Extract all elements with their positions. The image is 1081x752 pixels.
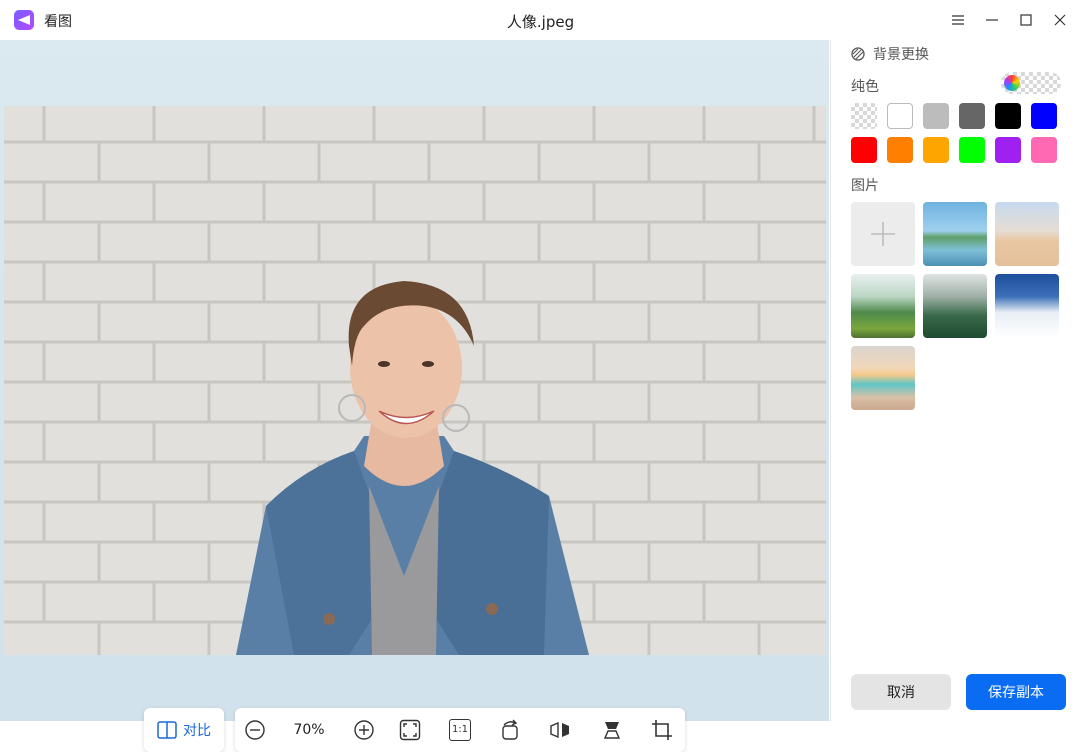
window-title: 人像.jpeg <box>506 13 575 31</box>
color-swatch[interactable] <box>851 137 877 163</box>
color-swatch[interactable] <box>851 103 877 129</box>
close-icon[interactable] <box>1050 10 1070 30</box>
cancel-button[interactable]: 取消 <box>851 674 951 710</box>
color-swatch[interactable] <box>1031 137 1057 163</box>
portrait-photo <box>4 106 826 655</box>
maximize-icon[interactable] <box>1016 10 1036 30</box>
menu-icon[interactable] <box>948 10 968 30</box>
color-swatch[interactable] <box>995 137 1021 163</box>
title-bar: 看图 人像.jpeg <box>0 0 1081 40</box>
zoom-out-icon[interactable] <box>244 719 266 741</box>
color-swatch[interactable] <box>887 103 913 129</box>
compare-label: 对比 <box>183 723 211 739</box>
custom-color-picker[interactable] <box>1001 72 1061 94</box>
image-canvas[interactable]: 对比 70% 1:1 <box>0 40 829 752</box>
app-name: 看图 <box>44 14 72 30</box>
compare-button[interactable]: 对比 <box>144 708 224 752</box>
image-toolbar: 70% 1:1 <box>235 708 685 752</box>
fit-window-icon[interactable] <box>399 719 421 741</box>
plus-icon <box>871 222 895 246</box>
green-valley-thumbnail[interactable] <box>851 274 915 338</box>
compare-icon <box>157 721 177 739</box>
zoom-in-icon[interactable] <box>353 719 375 741</box>
solid-color-label: 纯色 <box>851 79 879 95</box>
section-title: 背景更换 <box>873 47 929 63</box>
original-size-icon[interactable]: 1:1 <box>449 719 471 741</box>
desert-dunes-thumbnail[interactable] <box>995 202 1059 266</box>
zoom-level: 70% <box>293 722 325 738</box>
app-logo-icon <box>14 10 34 30</box>
save-copy-button[interactable]: 保存副本 <box>966 674 1066 710</box>
minimize-icon[interactable] <box>982 10 1002 30</box>
color-swatch[interactable] <box>887 137 913 163</box>
misty-forest-thumbnail[interactable] <box>923 274 987 338</box>
color-swatch[interactable] <box>959 103 985 129</box>
sunset-beach-thumbnail[interactable] <box>851 346 915 410</box>
color-wheel-icon <box>1004 75 1020 91</box>
color-swatch[interactable] <box>923 137 949 163</box>
crop-icon[interactable] <box>651 719 673 741</box>
rotate-icon[interactable] <box>499 719 521 741</box>
color-swatch[interactable] <box>995 103 1021 129</box>
background-panel: 背景更换 纯色 图片 取消 保存副本 <box>830 40 1081 721</box>
image-label: 图片 <box>851 178 879 194</box>
add-image-button[interactable] <box>851 202 915 266</box>
color-swatch[interactable] <box>1031 103 1057 129</box>
flip-horizontal-icon[interactable] <box>549 719 571 741</box>
section-header: 背景更换 <box>851 44 929 64</box>
lake-landscape-thumbnail[interactable] <box>923 202 987 266</box>
color-swatch[interactable] <box>959 137 985 163</box>
background-replace-icon <box>851 47 865 61</box>
color-swatch[interactable] <box>923 103 949 129</box>
snow-mountains-thumbnail[interactable] <box>995 274 1059 338</box>
flip-vertical-icon[interactable] <box>601 719 623 741</box>
original-size-label: 1:1 <box>451 724 469 735</box>
